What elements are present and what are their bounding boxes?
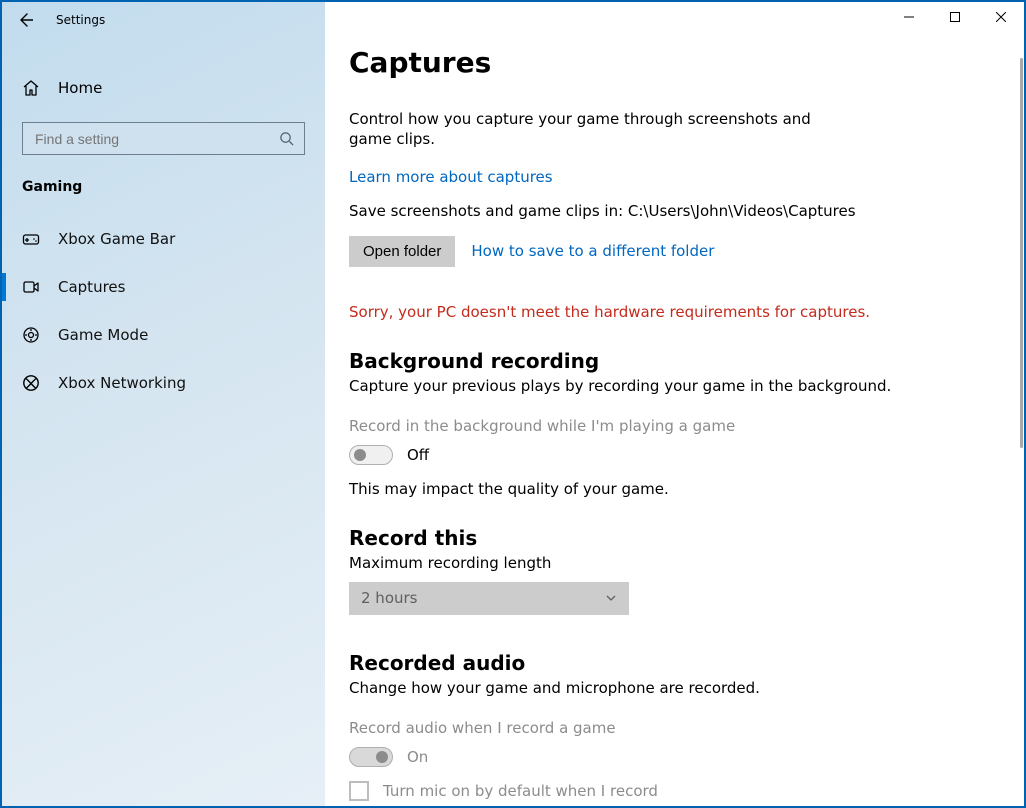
bg-note: This may impact the quality of your game… <box>349 480 984 498</box>
titlebar: Settings <box>2 2 325 38</box>
window-title: Settings <box>56 13 105 27</box>
window-controls <box>886 2 1024 32</box>
audio-toggle-state: On <box>407 748 428 766</box>
audio-toggle-label: Record audio when I record a game <box>349 719 984 737</box>
mic-checkbox-label: Turn mic on by default when I record <box>383 782 658 800</box>
minimize-button[interactable] <box>886 2 932 32</box>
bg-recording-toggle[interactable] <box>349 445 393 465</box>
search-input[interactable] <box>22 122 305 155</box>
bg-recording-sub: Capture your previous plays by recording… <box>349 377 984 395</box>
bg-recording-heading: Background recording <box>349 349 984 373</box>
page-description: Control how you capture your game throug… <box>349 109 819 150</box>
sidebar-item-home[interactable]: Home <box>22 66 305 110</box>
sidebar-category: Gaming <box>22 179 305 195</box>
home-label: Home <box>58 79 102 97</box>
sidebar-item-label: Captures <box>58 278 125 296</box>
mic-default-checkbox[interactable] <box>349 781 369 801</box>
sidebar: Settings Home Gami <box>2 2 325 806</box>
game-mode-icon <box>22 326 40 344</box>
sidebar-item-label: Game Mode <box>58 326 148 344</box>
home-icon <box>22 79 40 97</box>
sidebar-item-label: Xbox Game Bar <box>58 230 175 248</box>
page-title: Captures <box>349 46 984 79</box>
sidebar-nav: Xbox Game Bar Captures Game Mode <box>2 217 325 409</box>
maximize-button[interactable] <box>932 2 978 32</box>
max-length-value: 2 hours <box>361 589 417 607</box>
open-folder-button[interactable]: Open folder <box>349 236 455 267</box>
recorded-audio-sub: Change how your game and microphone are … <box>349 679 984 697</box>
hardware-error: Sorry, your PC doesn't meet the hardware… <box>349 303 984 321</box>
max-length-select[interactable]: 2 hours <box>349 582 629 615</box>
scrollbar[interactable] <box>1020 58 1023 448</box>
game-bar-icon <box>22 230 40 248</box>
how-to-save-link[interactable]: How to save to a different folder <box>471 242 714 260</box>
sidebar-item-game-mode[interactable]: Game Mode <box>2 313 325 357</box>
sidebar-item-xbox-game-bar[interactable]: Xbox Game Bar <box>2 217 325 261</box>
learn-more-link[interactable]: Learn more about captures <box>349 168 553 186</box>
sidebar-item-captures[interactable]: Captures <box>2 265 325 309</box>
xbox-icon <box>22 374 40 392</box>
save-location: Save screenshots and game clips in: C:\U… <box>349 202 984 220</box>
back-button[interactable] <box>10 5 40 35</box>
sidebar-item-label: Xbox Networking <box>58 374 186 392</box>
chevron-down-icon <box>605 592 617 604</box>
recorded-audio-heading: Recorded audio <box>349 651 984 675</box>
bg-toggle-state: Off <box>407 446 429 464</box>
bg-toggle-label: Record in the background while I'm playi… <box>349 417 984 435</box>
record-this-sub: Maximum recording length <box>349 554 984 572</box>
captures-icon <box>22 278 40 296</box>
settings-window: Settings Home Gami <box>0 0 1026 808</box>
close-button[interactable] <box>978 2 1024 32</box>
audio-toggle[interactable] <box>349 747 393 767</box>
search-icon <box>279 131 294 146</box>
content-pane[interactable]: Captures Control how you capture your ga… <box>325 2 1024 806</box>
sidebar-item-xbox-networking[interactable]: Xbox Networking <box>2 361 325 405</box>
search-field[interactable] <box>33 130 269 148</box>
record-this-heading: Record this <box>349 526 984 550</box>
